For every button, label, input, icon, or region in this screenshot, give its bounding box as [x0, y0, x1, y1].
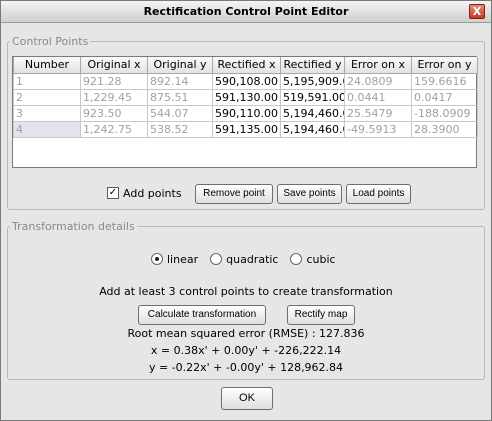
column-header-rectified-x[interactable]: Rectified x — [212, 57, 281, 74]
radio-quadratic[interactable] — [210, 253, 223, 265]
cell-error-y[interactable]: -188.0909 — [411, 104, 478, 122]
table-header-row: Number Original x Original y Rectified x… — [13, 57, 478, 74]
cell-original-y[interactable]: 538.52 — [147, 120, 213, 138]
cell-rectified-y[interactable]: 519,591.00 — [280, 88, 345, 106]
cell-error-x[interactable]: 0.0441 — [344, 88, 412, 106]
cell-original-x[interactable]: 1,229.45 — [80, 88, 148, 106]
control-points-table[interactable]: Number Original x Original y Rectified x… — [12, 56, 478, 168]
radio-linear-label[interactable]: linear — [167, 253, 198, 266]
cell-rectified-y[interactable]: 5,195,909.0 — [280, 72, 345, 90]
column-header-number[interactable]: Number — [13, 57, 81, 74]
cell-original-x[interactable]: 1,242.75 — [80, 120, 148, 138]
radio-cubic[interactable] — [290, 253, 303, 265]
cell-original-y[interactable]: 875.51 — [147, 88, 213, 106]
cell-number[interactable]: 4 — [13, 120, 81, 138]
cell-number[interactable]: 2 — [13, 88, 81, 106]
table-row[interactable]: 4 1,242.75 538.52 591,135.00 5,194,460.0… — [13, 120, 478, 138]
add-points-label[interactable]: Add points — [123, 187, 182, 200]
table-row[interactable]: 2 1,229.45 875.51 591,130.00 519,591.00 … — [13, 88, 478, 106]
window-title: Rectification Control Point Editor — [143, 5, 349, 18]
cell-rectified-x[interactable]: 590,108.00 — [212, 72, 281, 90]
cell-original-x[interactable]: 921.28 — [80, 72, 148, 90]
cell-rectified-x[interactable]: 591,135.00 — [212, 120, 281, 138]
control-point-editor-window: Rectification Control Point Editor X Con… — [0, 0, 492, 421]
cell-rectified-x[interactable]: 590,110.00 — [212, 104, 281, 122]
column-header-error-y[interactable]: Error on y — [411, 57, 478, 74]
table-row[interactable]: 3 923.50 544.07 590,110.00 5,194,460.0 2… — [13, 104, 478, 122]
close-icon[interactable]: X — [469, 4, 485, 19]
transformation-type-radios: linear quadratic cubic — [151, 251, 348, 267]
cell-error-y[interactable]: 0.0417 — [411, 88, 478, 106]
equation-x: x = 0.38x' + 0.00y' + -226,222.14 — [150, 344, 342, 357]
add-points-checkbox[interactable]: ✓ — [107, 187, 119, 199]
remove-point-button[interactable]: Remove point — [195, 184, 273, 204]
transformation-info-text: Add at least 3 control points to create … — [99, 285, 393, 298]
add-points-checkbox-row[interactable]: ✓ Add points — [107, 185, 182, 201]
cell-number[interactable]: 3 — [13, 104, 81, 122]
cell-rectified-x[interactable]: 591,130.00 — [212, 88, 281, 106]
cell-error-y[interactable]: 159.6616 — [411, 72, 478, 90]
cell-error-x[interactable]: 24.0809 — [344, 72, 412, 90]
rmse-text: Root mean squared error (RMSE) : 127.836 — [127, 327, 365, 340]
cell-original-y[interactable]: 892.14 — [147, 72, 213, 90]
cell-error-y[interactable]: 28.3900 — [411, 120, 478, 138]
load-points-button[interactable]: Load points — [346, 184, 411, 204]
cell-rectified-y[interactable]: 5,194,460.0 — [280, 120, 345, 138]
cell-error-x[interactable]: 25.5479 — [344, 104, 412, 122]
radio-linear[interactable] — [151, 253, 163, 265]
calculate-transformation-button[interactable]: Calculate transformation — [138, 305, 266, 325]
table-row[interactable]: 1 921.28 892.14 590,108.00 5,195,909.0 2… — [13, 72, 478, 90]
save-points-button[interactable]: Save points — [277, 184, 342, 204]
column-header-original-y[interactable]: Original y — [147, 57, 213, 74]
cell-number[interactable]: 1 — [13, 72, 81, 90]
transformation-legend: Transformation details — [12, 220, 135, 233]
column-header-error-x[interactable]: Error on x — [344, 57, 412, 74]
radio-cubic-label[interactable]: cubic — [306, 253, 335, 266]
control-points-legend: Control Points — [12, 35, 89, 48]
title-bar[interactable]: Rectification Control Point Editor X — [1, 1, 491, 23]
equation-y: y = -0.22x' + -0.00y' + 128,962.84 — [148, 361, 344, 374]
ok-button[interactable]: OK — [221, 387, 273, 410]
radio-quadratic-label[interactable]: quadratic — [226, 253, 278, 266]
column-header-rectified-y[interactable]: Rectified y — [280, 57, 345, 74]
cell-original-x[interactable]: 923.50 — [80, 104, 148, 122]
cell-original-y[interactable]: 544.07 — [147, 104, 213, 122]
cell-error-x[interactable]: -49.5913 — [344, 120, 412, 138]
column-header-original-x[interactable]: Original x — [80, 57, 148, 74]
rectify-map-button[interactable]: Rectify map — [287, 305, 355, 325]
cell-rectified-y[interactable]: 5,194,460.0 — [280, 104, 345, 122]
